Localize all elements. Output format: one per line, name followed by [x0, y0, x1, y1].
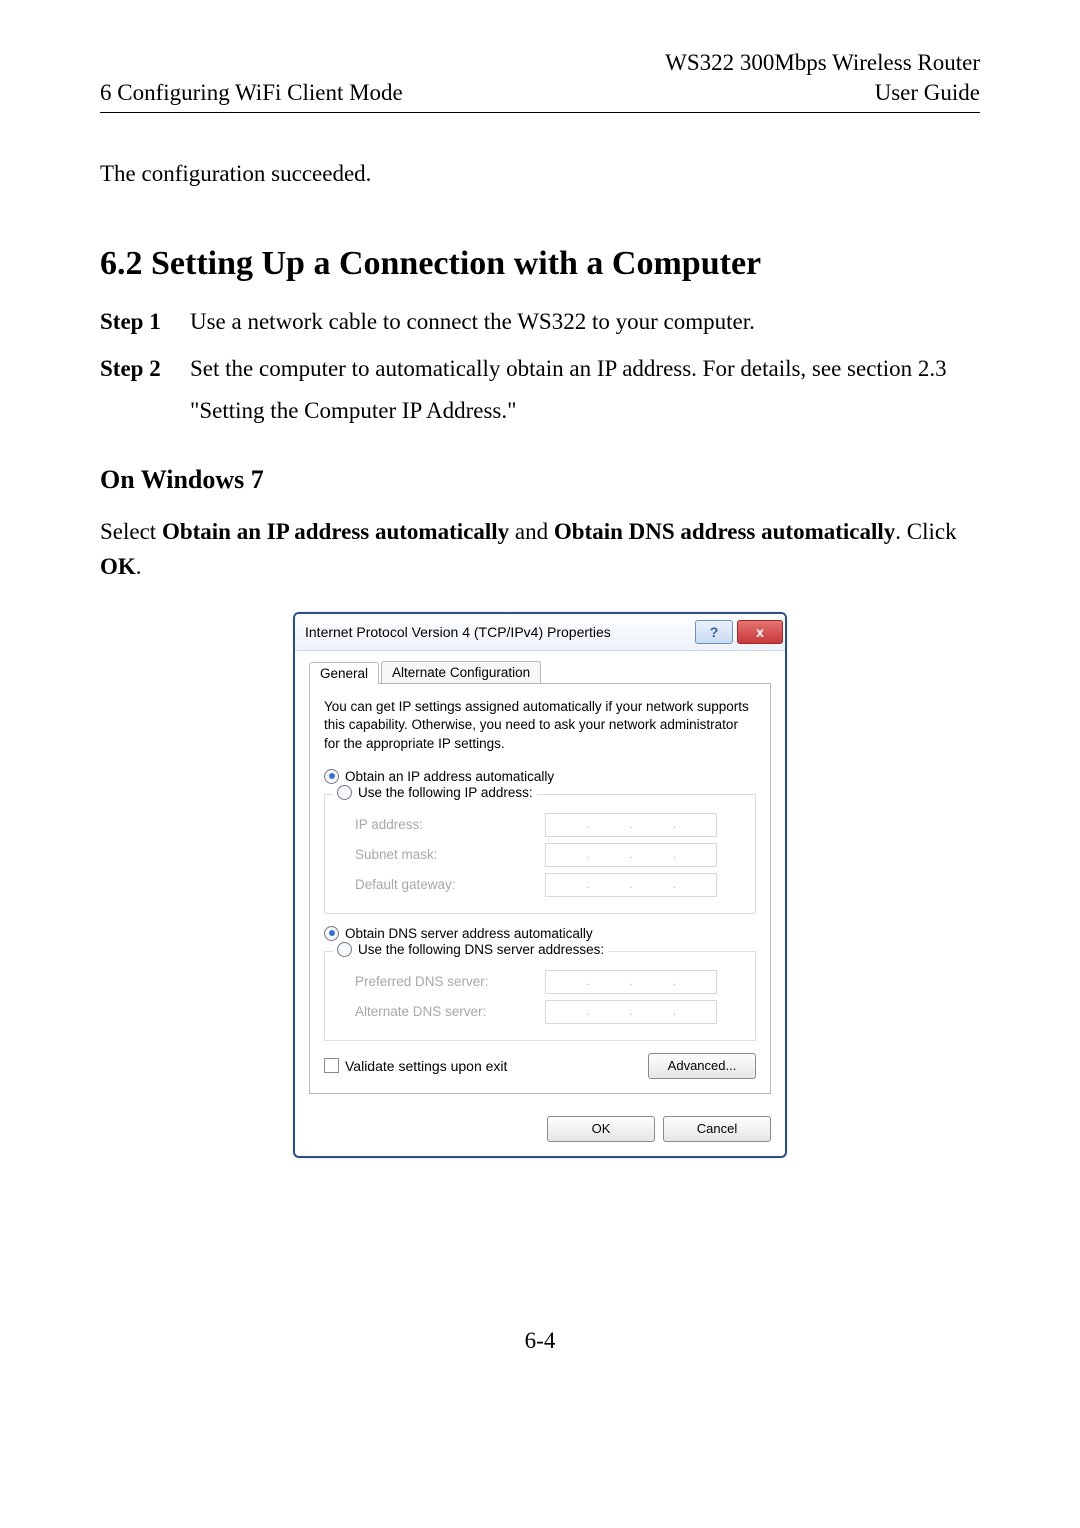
checkbox-label: Validate settings upon exit — [345, 1058, 507, 1074]
step-text: Use a network cable to connect the WS322… — [190, 301, 980, 342]
radio-obtain-dns-auto[interactable]: Obtain DNS server address automatically — [324, 924, 756, 943]
radio-label: Obtain an IP address automatically — [345, 769, 554, 784]
input-alternate-dns[interactable]: ... — [545, 1000, 717, 1024]
radio-use-following-dns[interactable]: Use the following DNS server addresses: — [333, 942, 608, 957]
help-button[interactable]: ? — [695, 620, 733, 644]
page-header: WS322 300Mbps Wireless Router 6 Configur… — [100, 50, 980, 113]
instruction-bold: Obtain an IP address automatically — [162, 519, 509, 544]
intro-text: The configuration succeeded. — [100, 161, 980, 187]
label-alternate-dns: Alternate DNS server: — [355, 1004, 545, 1019]
input-default-gateway[interactable]: ... — [545, 873, 717, 897]
instruction-part: . Click — [895, 519, 956, 544]
tab-general[interactable]: General — [309, 662, 379, 684]
checkbox-validate-settings[interactable]: Validate settings upon exit — [324, 1058, 507, 1074]
input-ip-address[interactable]: ... — [545, 813, 717, 837]
radio-obtain-ip-auto[interactable]: Obtain an IP address automatically — [324, 767, 756, 786]
close-button[interactable]: x — [737, 620, 783, 644]
doc-type: User Guide — [875, 80, 980, 106]
tab-alternate-configuration[interactable]: Alternate Configuration — [381, 661, 541, 683]
page-number: 6-4 — [100, 1328, 980, 1354]
radio-use-following-ip[interactable]: Use the following IP address: — [333, 785, 537, 800]
help-icon: ? — [710, 624, 719, 640]
ip-manual-group: Use the following IP address: IP address… — [324, 794, 756, 914]
input-subnet-mask[interactable]: ... — [545, 843, 717, 867]
dialog-titlebar: Internet Protocol Version 4 (TCP/IPv4) P… — [295, 614, 785, 651]
checkbox-icon — [324, 1058, 339, 1073]
input-preferred-dns[interactable]: ... — [545, 970, 717, 994]
radio-label: Obtain DNS server address automatically — [345, 926, 593, 941]
dns-manual-group: Use the following DNS server addresses: … — [324, 951, 756, 1041]
label-ip-address: IP address: — [355, 817, 545, 832]
radio-label: Use the following DNS server addresses: — [358, 942, 604, 957]
label-preferred-dns: Preferred DNS server: — [355, 974, 545, 989]
advanced-button[interactable]: Advanced... — [648, 1053, 756, 1079]
label-default-gateway: Default gateway: — [355, 877, 545, 892]
steps-list: Step 1 Use a network cable to connect th… — [100, 301, 980, 431]
instruction-text: Select Obtain an IP address automaticall… — [100, 515, 980, 584]
cancel-button[interactable]: Cancel — [663, 1116, 771, 1142]
dialog-description: You can get IP settings assigned automat… — [324, 698, 756, 753]
radio-icon — [324, 769, 339, 784]
step-row: Step 2 Set the computer to automatically… — [100, 348, 980, 431]
ipv4-properties-dialog: Internet Protocol Version 4 (TCP/IPv4) P… — [293, 612, 787, 1158]
step-text: Set the computer to automatically obtain… — [190, 348, 980, 431]
dialog-title: Internet Protocol Version 4 (TCP/IPv4) P… — [305, 624, 611, 640]
step-label: Step 1 — [100, 301, 190, 342]
radio-icon — [337, 785, 352, 800]
dialog-footer: OK Cancel — [295, 1106, 785, 1156]
radio-icon — [337, 942, 352, 957]
chapter-title: 6 Configuring WiFi Client Mode — [100, 80, 403, 106]
subsection-heading: On Windows 7 — [100, 465, 980, 495]
radio-icon — [324, 926, 339, 941]
step-label: Step 2 — [100, 348, 190, 431]
radio-label: Use the following IP address: — [358, 785, 533, 800]
instruction-bold: OK — [100, 554, 136, 579]
instruction-bold: Obtain DNS address automatically — [554, 519, 895, 544]
section-heading: 6.2 Setting Up a Connection with a Compu… — [100, 245, 980, 283]
instruction-part: and — [509, 519, 554, 544]
tab-panel-general: You can get IP settings assigned automat… — [309, 684, 771, 1094]
instruction-part: Select — [100, 519, 162, 544]
ok-button[interactable]: OK — [547, 1116, 655, 1142]
dialog-tabs: General Alternate Configuration — [309, 661, 771, 684]
instruction-part: . — [136, 554, 142, 579]
close-icon: x — [756, 624, 764, 640]
product-name: WS322 300Mbps Wireless Router — [100, 50, 980, 76]
step-row: Step 1 Use a network cable to connect th… — [100, 301, 980, 342]
label-subnet-mask: Subnet mask: — [355, 847, 545, 862]
